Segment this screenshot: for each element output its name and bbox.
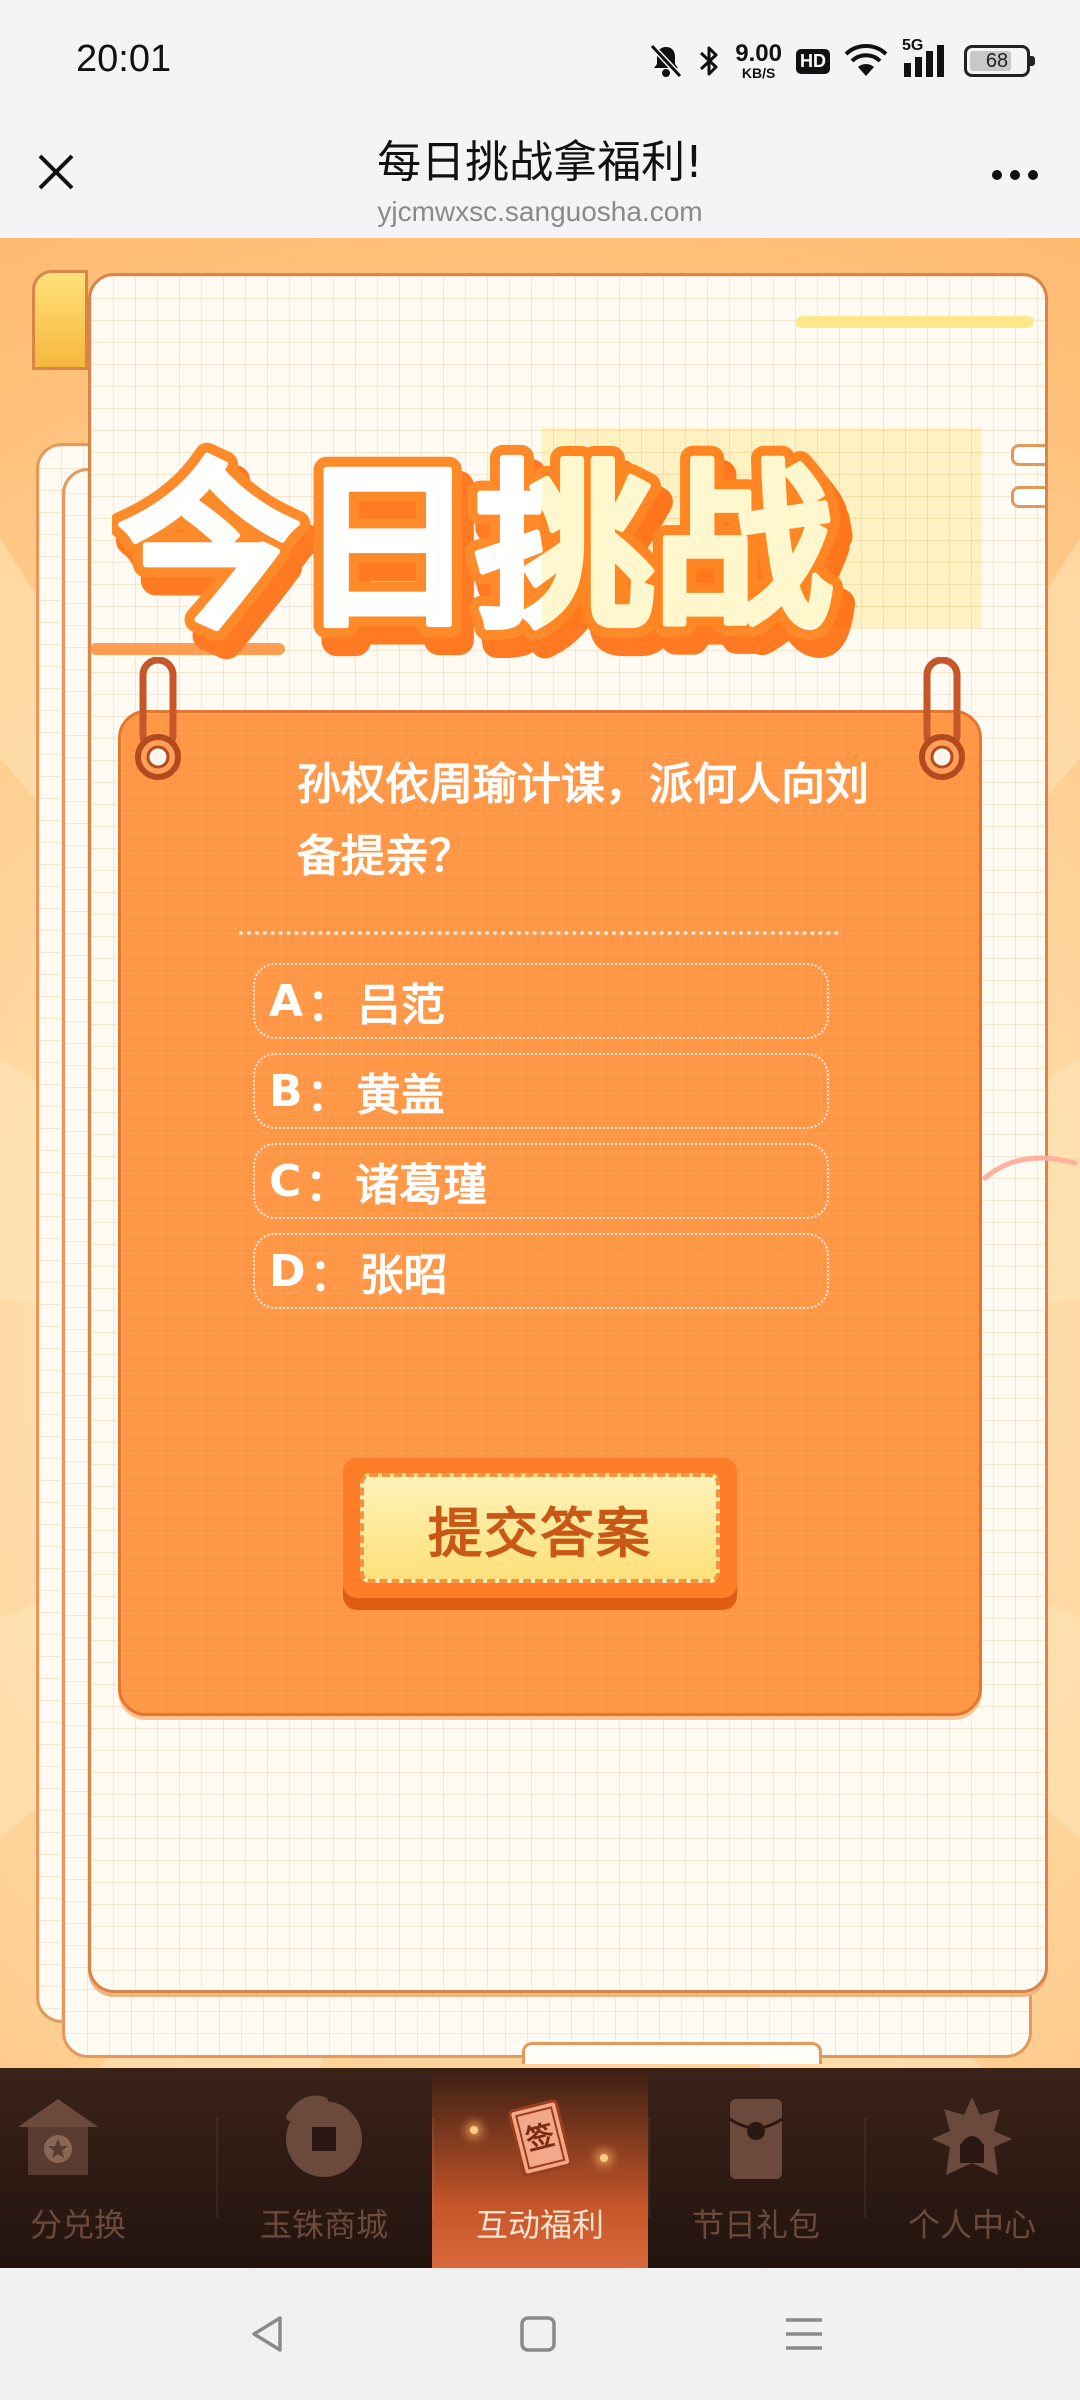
question-text: 孙权依周瑜计谋，派何人向刘备提亲？ — [297, 759, 869, 882]
more-icon-dot — [1010, 170, 1020, 180]
binder-ring-icon — [135, 657, 181, 780]
tab-personal-center[interactable]: 个人中心 — [864, 2068, 1080, 2268]
sparkle — [600, 2154, 608, 2162]
more-icon-dot — [1028, 170, 1038, 180]
hd-badge: HD — [796, 48, 830, 74]
tab-label: 玉铢商城 — [259, 2206, 388, 2244]
answer-options: A ： 吕范 B ： 黄盖 C ： 诸葛瑾 D ： 张昭 — [253, 963, 829, 1323]
option-text: 吕范 — [357, 980, 446, 1031]
status-icons: 9.00 KB/S HD 5G 68 — [649, 36, 1035, 86]
back-icon — [252, 2316, 282, 2352]
palace-icon — [3, 2082, 113, 2192]
web-content: 今日挑战 今日挑战 今日挑战 孙权依周瑜计谋，派何人向刘备提亲？ A ： 吕范 — [0, 238, 1080, 2068]
paper-tab — [1011, 444, 1045, 466]
binder-ring-icon — [919, 657, 965, 780]
wifi-icon — [844, 44, 888, 78]
battery-icon: 68 — [964, 45, 1035, 77]
nav-back-button[interactable] — [238, 2304, 298, 2364]
signal-icon: 5G — [902, 37, 950, 79]
banner-title: 今日挑战 今日挑战 今日挑战 — [112, 428, 982, 683]
option-separator: ： — [306, 1070, 351, 1121]
sign-card-icon: 签 — [485, 2082, 595, 2192]
page-title: 每日挑战拿福利! — [377, 137, 703, 188]
option-separator: ： — [305, 1160, 350, 1211]
title-wrap: 每日挑战拿福利! yjcmwxsc.sanguosha.com — [200, 126, 880, 228]
tab-label: 个人中心 — [907, 2206, 1036, 2244]
battery-level: 68 — [985, 49, 1009, 72]
answer-option-b[interactable]: B ： 黄盖 — [253, 1053, 829, 1129]
status-bar: 20:01 9.00 KB/S HD 5G 68 — [0, 0, 1080, 120]
browser-title-bar: 每日挑战拿福利! yjcmwxsc.sanguosha.com — [0, 120, 1080, 238]
option-letter: B — [269, 1065, 303, 1117]
home-icon — [520, 2316, 556, 2352]
submit-wrap: 提交答案 — [343, 1458, 737, 1610]
status-time: 20:01 — [76, 38, 172, 80]
coin-icon — [269, 2082, 379, 2192]
helmet-icon — [917, 2082, 1027, 2192]
nav-menu-button[interactable] — [774, 2304, 834, 2364]
system-nav-bar — [0, 2268, 1080, 2400]
nav-home-button[interactable] — [508, 2304, 568, 2364]
net-speed-unit: KB/S — [741, 65, 776, 81]
tab-jade-mall[interactable]: 玉铢商城 — [216, 2068, 432, 2268]
network-label: 5G — [902, 37, 924, 54]
option-letter: A — [269, 975, 304, 1027]
option-text: 诸葛瑾 — [355, 1160, 488, 1211]
question-divider — [239, 931, 839, 935]
option-separator: ： — [309, 1250, 354, 1301]
tab-points-exchange[interactable]: 分兑换 — [0, 2068, 216, 2268]
submit-label: 提交答案 — [428, 1501, 652, 1565]
menu-icon — [786, 2318, 822, 2350]
mute-bell-icon — [649, 43, 683, 79]
pink-scribble-decoration — [982, 1155, 1078, 1181]
option-letter: C — [269, 1155, 302, 1207]
more-icon-dot — [992, 170, 1002, 180]
submit-answer-button[interactable]: 提交答案 — [343, 1458, 737, 1598]
close-icon — [38, 154, 74, 190]
answer-option-c[interactable]: C ： 诸葛瑾 — [253, 1143, 829, 1219]
close-button[interactable] — [28, 144, 84, 200]
option-letter: D — [269, 1245, 306, 1297]
bluetooth-icon — [697, 43, 721, 79]
net-speed-value: 9.00 — [735, 40, 782, 67]
page-url: yjcmwxsc.sanguosha.com — [377, 196, 703, 227]
tab-label: 互动福利 — [475, 2206, 604, 2244]
tab-festival-gifts[interactable]: 节日礼包 — [648, 2068, 864, 2268]
tab-label: 节日礼包 — [691, 2206, 820, 2244]
question-card: 孙权依周瑜计谋，派何人向刘备提亲？ A ： 吕范 B ： 黄盖 C ： 诸葛瑾 … — [118, 657, 982, 1716]
banner-title-yellow-tint — [542, 428, 982, 628]
paper-tab — [1011, 486, 1045, 508]
answer-option-d[interactable]: D ： 张昭 — [253, 1233, 829, 1309]
answer-option-a[interactable]: A ： 吕范 — [253, 963, 829, 1039]
tab-label: 分兑换 — [29, 2206, 126, 2244]
paper-fold-corner — [32, 270, 88, 370]
highlight-strip — [796, 316, 1034, 328]
submit-inner: 提交答案 — [360, 1473, 720, 1583]
sparkle — [470, 2126, 478, 2134]
bottom-tab-bar: 分兑换 玉铢商城 签 互动福利 节日礼包 个人中心 — [0, 2068, 1080, 2268]
option-text: 黄盖 — [356, 1070, 445, 1121]
network-speed: 9.00 KB/S — [735, 40, 782, 81]
more-button[interactable] — [980, 150, 1050, 200]
tab-interactive-rewards[interactable]: 签 互动福利 — [432, 2068, 648, 2268]
gift-envelope-icon — [701, 2082, 811, 2192]
option-text: 张昭 — [359, 1250, 448, 1301]
option-separator: ： — [307, 980, 352, 1031]
paper-bottom-tab — [522, 2042, 822, 2064]
